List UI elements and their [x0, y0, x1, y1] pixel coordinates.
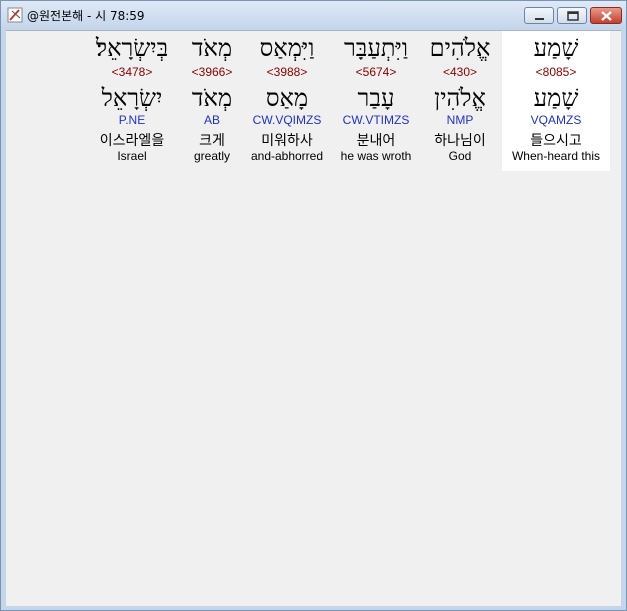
strong-number[interactable]: <5674>: [331, 65, 421, 79]
english-gloss: Israel: [117, 149, 147, 163]
korean-gloss: 크게: [199, 133, 225, 149]
hebrew-lemma: מָאַס: [265, 84, 309, 112]
close-icon: [601, 11, 612, 21]
hebrew-lemma: אֱלֹהִין: [434, 84, 486, 112]
english-gloss: and-abhorred: [250, 149, 324, 163]
parsing-code: CW.VTIMZS: [342, 113, 410, 127]
english-gloss: God: [448, 149, 472, 163]
hebrew-word: מְאֹד: [191, 34, 233, 62]
strong-number[interactable]: <430>: [421, 65, 499, 79]
app-window: @원전본해 - 시 78:59 שָׁמַע <8085> שָׁמַע VQA…: [0, 0, 627, 611]
korean-gloss: 들으시고: [530, 133, 582, 149]
word-column[interactable]: אֱלֹהִים <430> אֱלֹהִין NMP 하나님이 God: [421, 31, 499, 171]
hebrew-word: שָׁמַע: [533, 34, 579, 62]
hebrew-lemma: מְאֹד: [191, 84, 233, 112]
hebrew-word: וַיִּתְעַבָּר: [343, 34, 408, 62]
english-gloss: he was wroth: [340, 149, 412, 163]
english-gloss: When-heard this: [511, 149, 601, 163]
parsing-code: NMP: [446, 113, 474, 127]
word-column[interactable]: בְּיִשְׂרָאֵל׃ <3478> יִשְׂרָאֵל P.NE 이스…: [84, 31, 180, 171]
maximize-button[interactable]: [557, 7, 587, 24]
korean-gloss: 분내어: [356, 133, 396, 149]
window-title: @원전본해 - 시 78:59: [27, 9, 145, 23]
strong-number[interactable]: <3988>: [244, 65, 330, 79]
korean-gloss: 이스라엘을: [99, 133, 165, 149]
strong-number[interactable]: <3966>: [182, 65, 242, 79]
maximize-icon: [567, 11, 579, 21]
strong-number[interactable]: <8085>: [502, 65, 610, 79]
interlinear-view: שָׁמַע <8085> שָׁמַע VQAMZS 들으시고 When-he…: [6, 30, 621, 606]
app-logo-icon: [7, 7, 23, 23]
strong-number[interactable]: <3478>: [84, 65, 180, 79]
close-button[interactable]: [590, 7, 622, 24]
hebrew-lemma: עָבַר: [357, 84, 395, 112]
parsing-code: P.NE: [118, 113, 146, 127]
word-column[interactable]: מְאֹד <3966> מְאֹד AB 크게 greatly: [182, 31, 242, 171]
parsing-code: AB: [203, 113, 220, 127]
hebrew-lemma: יִשְׂרָאֵל: [101, 84, 163, 112]
word-column[interactable]: וַיִּתְעַבָּר <5674> עָבַר CW.VTIMZS 분내어…: [331, 31, 421, 171]
parsing-code: VQAMZS: [530, 113, 582, 127]
word-column[interactable]: וַיִּמְאַס <3988> מָאַס CW.VQIMZS 미워하사 a…: [244, 31, 330, 171]
hebrew-word: וַיִּמְאַס: [259, 34, 315, 62]
hebrew-lemma: שָׁמַע: [533, 84, 579, 112]
hebrew-word: בְּיִשְׂרָאֵל׃: [95, 34, 169, 62]
word-column[interactable]: שָׁמַע <8085> שָׁמַע VQAMZS 들으시고 When-he…: [502, 31, 610, 171]
minimize-icon: [535, 18, 544, 20]
minimize-button[interactable]: [524, 7, 554, 24]
english-gloss: greatly: [193, 149, 231, 163]
parsing-code: CW.VQIMZS: [252, 113, 322, 127]
title-bar[interactable]: @원전본해 - 시 78:59: [1, 1, 626, 28]
korean-gloss: 미워하사: [261, 133, 313, 149]
hebrew-word: אֱלֹהִים: [429, 34, 491, 62]
korean-gloss: 하나님이: [434, 133, 486, 149]
